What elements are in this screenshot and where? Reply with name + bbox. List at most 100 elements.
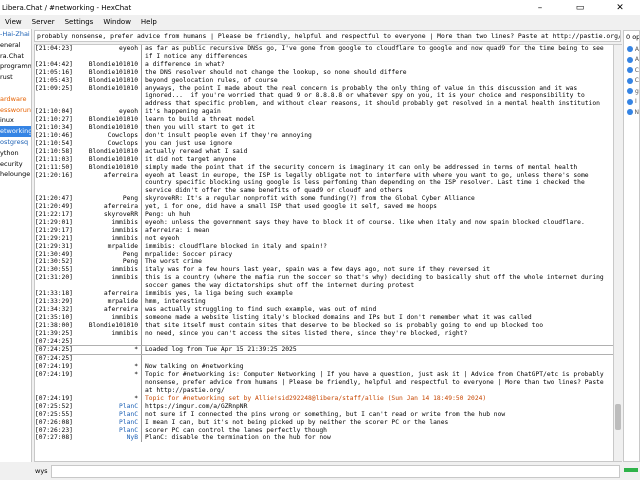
input-nick-button[interactable]: wys bbox=[32, 467, 51, 475]
nick[interactable]: Blondie101010 bbox=[71, 84, 142, 109]
nick[interactable]: Cowclops bbox=[71, 131, 142, 140]
timestamp: [21:20:16] bbox=[35, 171, 73, 179]
channel-item[interactable]: helounge bbox=[0, 169, 31, 180]
timestamp: [21:20:49] bbox=[35, 203, 73, 211]
message-text: you can just use ignore bbox=[145, 139, 233, 147]
topic-bar[interactable]: probably nonsense, prefer advice from hu… bbox=[34, 30, 621, 42]
chat-line: [21:05:43] Blondie101010 beyond geolocatio… bbox=[35, 76, 613, 85]
close-button[interactable]: ✕ bbox=[600, 0, 640, 15]
user-entry[interactable]: A bbox=[624, 44, 639, 55]
user-entry[interactable]: A bbox=[624, 55, 639, 66]
nick[interactable]: immibis bbox=[71, 266, 142, 275]
message-text: mrpalide: Soccer piracy bbox=[145, 250, 233, 258]
nick[interactable]: aferreira bbox=[71, 305, 142, 314]
message-input[interactable] bbox=[50, 464, 620, 478]
menu-server[interactable]: Server bbox=[27, 18, 60, 26]
nick[interactable]: Blondie101010 bbox=[71, 76, 142, 85]
message-text: this is a country (where the mafia run t… bbox=[145, 274, 608, 290]
nick[interactable]: immibis bbox=[71, 218, 142, 227]
nick[interactable] bbox=[71, 337, 142, 346]
chat-log[interactable]: [21:04:23] eyeoh as far as public recursiv… bbox=[34, 44, 614, 462]
nick[interactable]: PlanC bbox=[71, 426, 142, 435]
channel-item[interactable]: ra.Chat bbox=[0, 51, 31, 62]
channel-item[interactable]: inux bbox=[0, 115, 31, 126]
nick[interactable]: eyeoh bbox=[71, 45, 142, 61]
chat-line: [21:05:16] Blondie101010 the DNS resolver … bbox=[35, 68, 613, 77]
chat-line: [07:25:55] PlanC not sure if I connected t… bbox=[35, 410, 613, 419]
channel-item[interactable]: -Hai-Zhai bbox=[0, 29, 31, 40]
timestamp: [21:11:50] bbox=[35, 163, 73, 171]
nick[interactable]: Blondie101010 bbox=[71, 147, 142, 156]
chat-line: [21:29:31] mrpalide immibis: cloudflare bl… bbox=[35, 242, 613, 251]
channel-item[interactable]: ardware bbox=[0, 94, 31, 105]
nick[interactable]: Peng bbox=[71, 258, 142, 267]
channel-item[interactable]: programming bbox=[0, 61, 31, 72]
timestamp: [21:29:21] bbox=[35, 234, 73, 242]
nick[interactable]: NyB bbox=[71, 434, 142, 443]
scroll-thumb[interactable] bbox=[615, 404, 621, 430]
nick[interactable]: Peng bbox=[71, 195, 142, 204]
status-dot-icon bbox=[627, 109, 633, 116]
nick[interactable]: Cowclops bbox=[71, 139, 142, 148]
channel-item[interactable]: ecurity bbox=[0, 159, 31, 170]
nick[interactable]: mrpalide bbox=[71, 298, 142, 306]
user-list[interactable]: 0 ops AACCgIN bbox=[623, 30, 640, 462]
nick[interactable]: Peng bbox=[71, 250, 142, 259]
user-entry[interactable]: I bbox=[624, 97, 639, 108]
timestamp: [21:30:55] bbox=[35, 266, 73, 274]
channel-item[interactable]: eneral bbox=[0, 40, 31, 51]
nick[interactable]: PlanC bbox=[71, 402, 142, 411]
nick[interactable]: mrpalide bbox=[71, 242, 142, 251]
nick[interactable]: PlanC bbox=[71, 418, 142, 427]
nick[interactable]: * bbox=[71, 346, 142, 355]
nick[interactable]: immibis bbox=[71, 234, 142, 243]
user-entry[interactable]: g bbox=[624, 86, 639, 97]
nick[interactable]: skyroveRR bbox=[71, 211, 142, 219]
chat-line: [07:27:08] NyB PlanC: disable the terminat… bbox=[35, 434, 613, 443]
nick[interactable]: * bbox=[71, 371, 142, 395]
channel-item[interactable] bbox=[0, 83, 31, 94]
menu-window[interactable]: Window bbox=[98, 18, 136, 26]
timestamp: [21:34:32] bbox=[35, 305, 73, 313]
nick[interactable]: aferreira bbox=[71, 290, 142, 298]
channel-item[interactable]: essworung bbox=[0, 105, 31, 116]
nick[interactable]: * bbox=[71, 363, 142, 372]
nick[interactable]: immibis bbox=[71, 274, 142, 291]
channel-item[interactable]: rust bbox=[0, 72, 31, 83]
nick[interactable]: Blondie101010 bbox=[71, 60, 142, 69]
nick[interactable]: eyeoh bbox=[71, 108, 142, 117]
nick[interactable]: Blondie101010 bbox=[71, 155, 142, 164]
nick[interactable]: immibis bbox=[71, 313, 142, 322]
input-bar: wys bbox=[32, 464, 620, 478]
timestamp: [07:24:19] bbox=[35, 371, 73, 379]
chat-scrollbar[interactable] bbox=[614, 44, 622, 462]
nick[interactable]: immibis bbox=[71, 226, 142, 235]
maximize-button[interactable]: ▭ bbox=[560, 0, 600, 15]
nick[interactable]: aferreira bbox=[71, 171, 142, 196]
menu-view[interactable]: View bbox=[0, 18, 27, 26]
user-entry[interactable]: C bbox=[624, 65, 639, 76]
minimize-button[interactable]: – bbox=[520, 0, 560, 15]
channel-item[interactable]: ostgresq bbox=[0, 137, 31, 148]
chat-line: [21:20:47] Peng skyroveRR: It's a regular … bbox=[35, 195, 613, 204]
nick[interactable]: * bbox=[71, 394, 142, 403]
message-text: eyeoh: unless the government says they h… bbox=[145, 218, 585, 226]
nick[interactable]: Blondie101010 bbox=[71, 321, 142, 330]
nick[interactable]: Blondie101010 bbox=[71, 124, 142, 132]
channel-item[interactable]: ython bbox=[0, 148, 31, 159]
timestamp: [21:39:25] bbox=[35, 329, 73, 337]
nick[interactable]: Blondie101010 bbox=[71, 116, 142, 125]
nick[interactable]: aferreira bbox=[71, 203, 142, 212]
menu-settings[interactable]: Settings bbox=[60, 18, 99, 26]
chat-line: [21:29:17] immibis aferreira: i mean bbox=[35, 226, 613, 235]
user-entry[interactable]: C bbox=[624, 76, 639, 87]
nick[interactable]: Blondie101010 bbox=[71, 163, 142, 172]
nick[interactable]: PlanC bbox=[71, 410, 142, 419]
nick[interactable]: immibis bbox=[71, 329, 142, 338]
channel-item[interactable]: etworking bbox=[0, 126, 31, 137]
nick[interactable]: Blondie101010 bbox=[71, 68, 142, 77]
user-entry[interactable]: N bbox=[624, 107, 639, 118]
timestamp: [07:24:25] bbox=[35, 337, 73, 345]
menu-help[interactable]: Help bbox=[136, 18, 162, 26]
nick[interactable] bbox=[71, 355, 142, 364]
